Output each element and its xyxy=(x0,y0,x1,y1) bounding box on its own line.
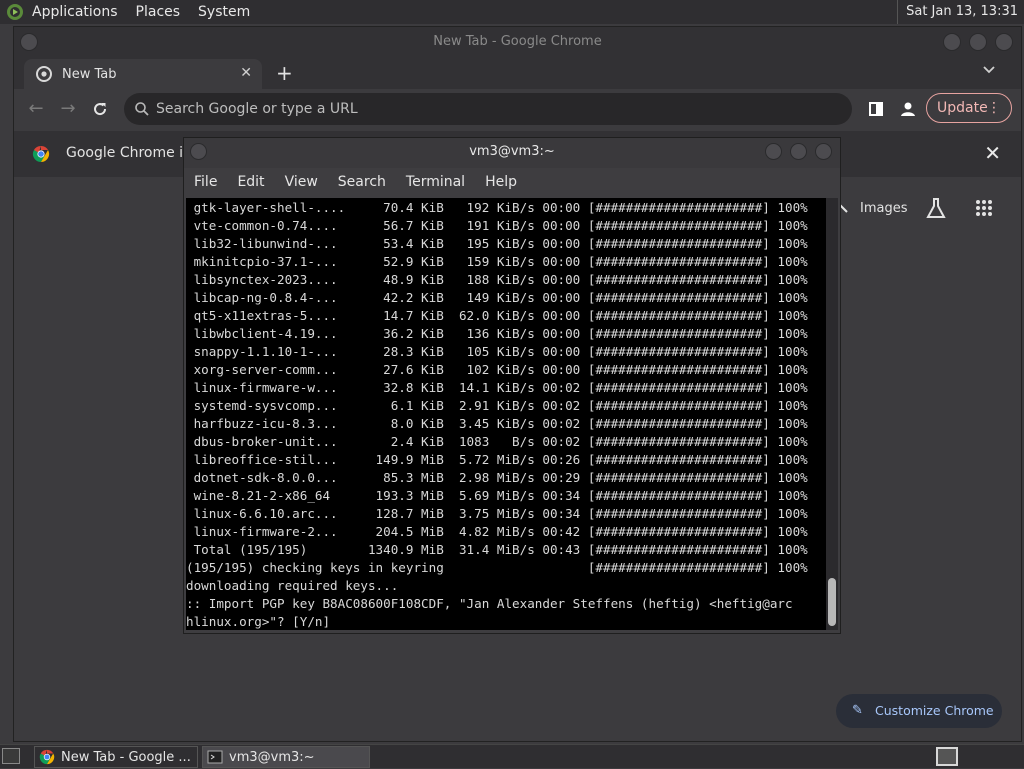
terminal-line: dbus-broker-unit... 2.4 KiB 1083 B/s 00:… xyxy=(186,434,808,449)
terminal-line: mkinitcpio-37.1-... 52.9 KiB 159 KiB/s 0… xyxy=(186,254,808,269)
images-link[interactable]: Images xyxy=(860,201,908,216)
terminal-minimize-button[interactable] xyxy=(765,143,782,160)
terminal-scrollbar-thumb[interactable] xyxy=(828,578,836,626)
terminal-titlebar[interactable]: vm3@vm3:~ xyxy=(184,138,840,168)
taskbar-terminal-label: vm3@vm3:~ xyxy=(229,750,315,765)
minimize-button[interactable] xyxy=(943,33,961,51)
tab-new-tab[interactable]: New Tab ✕ xyxy=(24,59,262,89)
clock[interactable]: Sat Jan 13, 13:31 xyxy=(897,0,1018,24)
taskbar-chrome-label: New Tab - Google ... xyxy=(61,750,191,765)
workspace-switcher[interactable] xyxy=(936,747,958,766)
terminal-line: xorg-server-comm... 27.6 KiB 102 KiB/s 0… xyxy=(186,362,808,377)
terminal-line: hlinux.org>"? [Y/n] xyxy=(186,614,331,629)
terminal-line: vte-common-0.74.... 56.7 KiB 191 KiB/s 0… xyxy=(186,218,808,233)
tab-search-chevron-icon[interactable] xyxy=(983,63,995,77)
side-panel-icon[interactable] xyxy=(864,97,888,121)
terminal-line: libreoffice-stil... 149.9 MiB 5.72 MiB/s… xyxy=(186,452,808,467)
chrome-toolbar: ← → Update ⋮ xyxy=(14,89,1021,129)
customize-label: Customize Chrome xyxy=(875,703,994,718)
back-arrow-icon[interactable]: ← xyxy=(24,97,48,121)
close-button[interactable] xyxy=(995,33,1013,51)
terminal-line: snappy-1.1.10-1-... 28.3 KiB 105 KiB/s 0… xyxy=(186,344,808,359)
terminal-window-menu-button[interactable] xyxy=(190,143,207,160)
terminal-line: linux-6.6.10.arc... 128.7 MiB 3.75 MiB/s… xyxy=(186,506,808,521)
terminal-line: harfbuzz-icu-8.3... 8.0 KiB 3.45 KiB/s 0… xyxy=(186,416,808,431)
terminal-output[interactable]: gtk-layer-shell-.... 70.4 KiB 192 KiB/s … xyxy=(186,198,826,630)
terminal-menubar: File Edit View Search Terminal Help xyxy=(184,168,840,196)
menu-search[interactable]: Search xyxy=(338,174,386,190)
chrome-window-title: New Tab - Google Chrome xyxy=(433,34,602,49)
new-tab-button[interactable]: + xyxy=(276,61,293,85)
terminal-line: (195/195) checking keys in keyring [####… xyxy=(186,560,808,575)
chrome-favicon-icon xyxy=(36,66,52,82)
terminal-line: libsynctex-2023.... 48.9 KiB 188 KiB/s 0… xyxy=(186,272,808,287)
forward-arrow-icon[interactable]: → xyxy=(56,97,80,121)
tab-close-icon[interactable]: ✕ xyxy=(240,65,252,81)
terminal-line: downloading required keys... xyxy=(186,578,399,593)
places-menu[interactable]: Places xyxy=(136,4,181,20)
tabstrip: New Tab ✕ + xyxy=(14,57,1021,89)
chrome-logo-icon xyxy=(32,145,50,163)
terminal-line: libcap-ng-0.8.4-... 42.2 KiB 149 KiB/s 0… xyxy=(186,290,808,305)
show-desktop-icon[interactable] xyxy=(2,748,20,764)
menu-help[interactable]: Help xyxy=(485,174,517,190)
terminal-line: libwbclient-4.19... 36.2 KiB 136 KiB/s 0… xyxy=(186,326,808,341)
distro-logo-icon[interactable] xyxy=(4,1,26,23)
terminal-close-button[interactable] xyxy=(815,143,832,160)
window-menu-button[interactable] xyxy=(20,33,38,51)
omnibox-input[interactable] xyxy=(156,93,836,125)
update-label: Update xyxy=(937,100,988,116)
maximize-button[interactable] xyxy=(969,33,987,51)
infobar-message: Google Chrome isn xyxy=(66,145,200,161)
top-panel: Applications Places System Sat Jan 13, 1… xyxy=(0,0,1024,24)
terminal-line: Total (195/195) 1340.9 MiB 31.4 MiB/s 00… xyxy=(186,542,808,557)
terminal-line: wine-8.21-2-x86_64 193.3 MiB 5.69 MiB/s … xyxy=(186,488,808,503)
taskbar: New Tab - Google ... vm3@vm3:~ xyxy=(0,744,1024,768)
reload-icon[interactable] xyxy=(88,97,112,121)
more-menu-icon[interactable]: ⋮ xyxy=(987,94,1001,122)
omnibox[interactable] xyxy=(124,93,852,125)
search-icon xyxy=(135,102,149,116)
terminal-line: gtk-layer-shell-.... 70.4 KiB 192 KiB/s … xyxy=(186,200,808,215)
chrome-titlebar[interactable]: New Tab - Google Chrome xyxy=(14,27,1021,57)
tab-title: New Tab xyxy=(62,66,117,82)
labs-flask-icon[interactable] xyxy=(926,197,946,223)
terminal-line: linux-firmware-2... 204.5 MiB 4.82 MiB/s… xyxy=(186,524,808,539)
taskbar-item-terminal[interactable]: vm3@vm3:~ xyxy=(202,746,370,768)
terminal-scrollbar[interactable] xyxy=(826,198,838,630)
applications-menu[interactable]: Applications xyxy=(32,4,118,20)
chrome-taskbar-icon xyxy=(39,749,55,765)
terminal-title: vm3@vm3:~ xyxy=(469,144,555,159)
terminal-maximize-button[interactable] xyxy=(790,143,807,160)
pencil-icon: ✎ xyxy=(852,703,863,718)
apps-grid-icon[interactable] xyxy=(975,199,993,221)
menu-terminal[interactable]: Terminal xyxy=(406,174,465,190)
terminal-line: dotnet-sdk-8.0.0... 85.3 MiB 2.98 MiB/s … xyxy=(186,470,808,485)
taskbar-item-chrome[interactable]: New Tab - Google ... xyxy=(34,746,198,768)
terminal-line: :: Import PGP key B8AC08600F108CDF, "Jan… xyxy=(186,596,793,611)
terminal-taskbar-icon xyxy=(207,750,223,764)
terminal-line: linux-firmware-w... 32.8 KiB 14.1 KiB/s … xyxy=(186,380,808,395)
system-menu[interactable]: System xyxy=(198,4,250,20)
profile-avatar-icon[interactable] xyxy=(896,97,920,121)
terminal-line: systemd-sysvcomp... 6.1 KiB 2.91 KiB/s 0… xyxy=(186,398,808,413)
terminal-line: qt5-x11extras-5.... 14.7 KiB 62.0 KiB/s … xyxy=(186,308,808,323)
terminal-window: vm3@vm3:~ File Edit View Search Terminal… xyxy=(183,137,841,634)
menu-view[interactable]: View xyxy=(285,174,318,190)
customize-chrome-button[interactable]: ✎ Customize Chrome xyxy=(836,694,1002,728)
menu-file[interactable]: File xyxy=(194,174,217,190)
update-button[interactable]: Update ⋮ xyxy=(926,93,1012,123)
menu-edit[interactable]: Edit xyxy=(237,174,264,190)
infobar-close-icon[interactable]: ✕ xyxy=(984,141,1001,165)
terminal-line: lib32-libunwind-... 53.4 KiB 195 KiB/s 0… xyxy=(186,236,808,251)
